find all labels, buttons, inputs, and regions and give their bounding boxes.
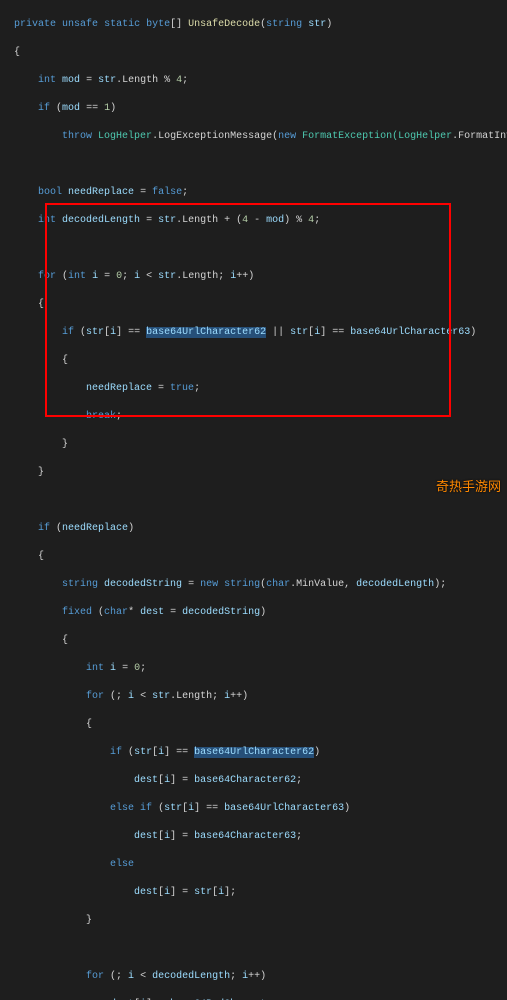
- code-line[interactable]: dest[i] = base64PadCharacter;: [2, 998, 505, 1000]
- code-line[interactable]: {: [2, 718, 505, 732]
- code-line[interactable]: {: [2, 354, 505, 368]
- code-line[interactable]: }: [2, 438, 505, 452]
- code-line[interactable]: needReplace = true;: [2, 382, 505, 396]
- code-line[interactable]: {: [2, 298, 505, 312]
- code-line[interactable]: [2, 942, 505, 956]
- code-line[interactable]: if (str[i] == base64UrlCharacter62): [2, 746, 505, 760]
- code-line[interactable]: }: [2, 466, 505, 480]
- code-line[interactable]: dest[i] = base64Character63;: [2, 830, 505, 844]
- code-line[interactable]: for (int i = 0; i < str.Length; i++): [2, 270, 505, 284]
- watermark-text: 奇热手游网: [436, 478, 501, 496]
- code-line[interactable]: int decodedLength = str.Length + (4 - mo…: [2, 214, 505, 228]
- code-line[interactable]: private unsafe static byte[] UnsafeDecod…: [2, 18, 505, 32]
- code-line[interactable]: {: [2, 550, 505, 564]
- code-line[interactable]: bool needReplace = false;: [2, 186, 505, 200]
- code-line[interactable]: for (; i < decodedLength; i++): [2, 970, 505, 984]
- code-line[interactable]: {: [2, 634, 505, 648]
- code-line[interactable]: [2, 158, 505, 172]
- code-line[interactable]: if (mod == 1): [2, 102, 505, 116]
- code-line[interactable]: throw LogHelper.LogExceptionMessage(new …: [2, 130, 505, 144]
- code-line[interactable]: else: [2, 858, 505, 872]
- code-line[interactable]: for (; i < str.Length; i++): [2, 690, 505, 704]
- code-line[interactable]: if (needReplace): [2, 522, 505, 536]
- code-line[interactable]: fixed (char* dest = decodedString): [2, 606, 505, 620]
- code-editor[interactable]: private unsafe static byte[] UnsafeDecod…: [0, 0, 507, 1000]
- code-line[interactable]: dest[i] = str[i];: [2, 886, 505, 900]
- code-line[interactable]: dest[i] = base64Character62;: [2, 774, 505, 788]
- code-line[interactable]: [2, 494, 505, 508]
- code-line[interactable]: }: [2, 914, 505, 928]
- code-line[interactable]: int mod = str.Length % 4;: [2, 74, 505, 88]
- code-line[interactable]: else if (str[i] == base64UrlCharacter63): [2, 802, 505, 816]
- code-line[interactable]: if (str[i] == base64UrlCharacter62 || st…: [2, 326, 505, 340]
- code-line[interactable]: string decodedString = new string(char.M…: [2, 578, 505, 592]
- code-line[interactable]: int i = 0;: [2, 662, 505, 676]
- code-line[interactable]: break;: [2, 410, 505, 424]
- code-line[interactable]: {: [2, 46, 505, 60]
- code-line[interactable]: [2, 242, 505, 256]
